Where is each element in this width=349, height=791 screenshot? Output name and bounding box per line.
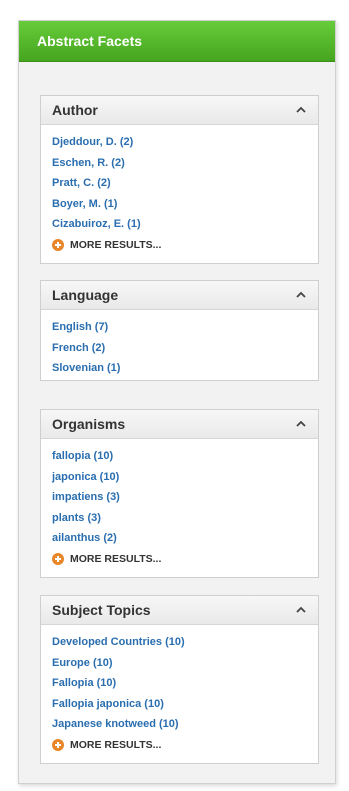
facet-item[interactable]: English (7) (52, 317, 307, 338)
facet-author-list: Djeddour, D. (2) Eschen, R. (2) Pratt, C… (41, 125, 318, 255)
more-results-label: MORE RESULTS... (70, 552, 162, 565)
facet-item[interactable]: ailanthus (2) (52, 528, 307, 549)
facet-item[interactable]: Slovenian (1) (52, 358, 307, 379)
panel-title: Abstract Facets (19, 21, 335, 62)
facet-subject-topics: Subject Topics Developed Countries (10) … (40, 595, 319, 764)
facet-organisms-list: fallopia (10) japonica (10) impatiens (3… (41, 439, 318, 569)
facet-item[interactable]: japonica (10) (52, 467, 307, 488)
facet-item[interactable]: Developed Countries (10) (52, 632, 307, 653)
abstract-facets-panel: Abstract Facets Author Djeddour, D. (2) … (18, 20, 336, 784)
facet-item[interactable]: Japanese knotweed (10) (52, 714, 307, 735)
facet-item[interactable]: impatiens (3) (52, 487, 307, 508)
chevron-up-icon[interactable] (296, 281, 308, 309)
facet-item[interactable]: Cizabuiroz, E. (1) (52, 214, 307, 235)
facet-item[interactable]: plants (3) (52, 508, 307, 529)
facet-title: Subject Topics (52, 602, 151, 618)
more-results-button[interactable]: MORE RESULTS... (52, 235, 307, 255)
more-results-button[interactable]: MORE RESULTS... (52, 735, 307, 755)
chevron-up-icon[interactable] (296, 96, 308, 124)
facet-item[interactable]: Eschen, R. (2) (52, 153, 307, 174)
more-results-label: MORE RESULTS... (70, 738, 162, 751)
facet-subject-topics-header[interactable]: Subject Topics (41, 596, 318, 625)
facet-language-header[interactable]: Language (41, 281, 318, 310)
facet-title: Organisms (52, 416, 126, 432)
facet-item[interactable]: French (2) (52, 338, 307, 359)
facet-item[interactable]: Boyer, M. (1) (52, 194, 307, 215)
plus-circle-icon (52, 552, 64, 565)
facet-author: Author Djeddour, D. (2) Eschen, R. (2) P… (40, 95, 319, 264)
facet-item[interactable]: Djeddour, D. (2) (52, 132, 307, 153)
facet-author-header[interactable]: Author (41, 96, 318, 125)
more-results-label: MORE RESULTS... (70, 238, 162, 251)
facet-language: Language English (7) French (2) Slovenia… (40, 280, 319, 381)
facet-item[interactable]: Fallopia japonica (10) (52, 694, 307, 715)
plus-circle-icon (52, 738, 64, 751)
facet-language-list: English (7) French (2) Slovenian (1) (41, 310, 318, 379)
plus-circle-icon (52, 238, 64, 251)
facet-item[interactable]: fallopia (10) (52, 446, 307, 467)
chevron-up-icon[interactable] (296, 596, 308, 624)
chevron-up-icon[interactable] (296, 410, 308, 438)
facet-title: Language (52, 287, 119, 303)
facet-item[interactable]: Europe (10) (52, 653, 307, 674)
facet-item[interactable]: Fallopia (10) (52, 673, 307, 694)
facet-organisms: Organisms fallopia (10) japonica (10) im… (40, 409, 319, 578)
facet-subject-topics-list: Developed Countries (10) Europe (10) Fal… (41, 625, 318, 755)
more-results-button[interactable]: MORE RESULTS... (52, 549, 307, 569)
facet-organisms-header[interactable]: Organisms (41, 410, 318, 439)
facet-title: Author (52, 102, 98, 118)
facet-item[interactable]: Pratt, C. (2) (52, 173, 307, 194)
